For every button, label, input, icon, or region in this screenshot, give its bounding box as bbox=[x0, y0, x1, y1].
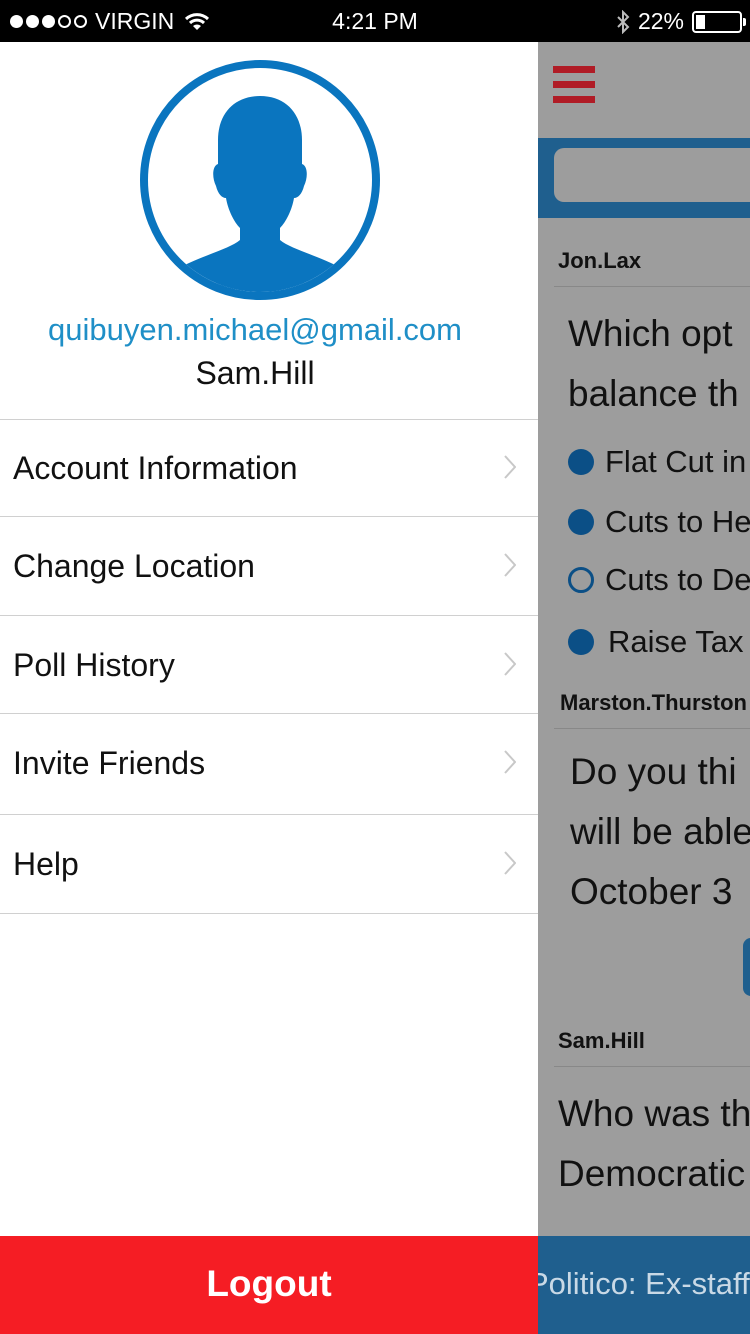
menu-item-poll-history[interactable]: Poll History bbox=[0, 616, 538, 714]
radio-filled-icon bbox=[568, 629, 594, 655]
drawer-menu: Account Information Change Location Poll… bbox=[0, 419, 538, 914]
logout-button[interactable]: Logout bbox=[0, 1236, 538, 1334]
bluetooth-icon bbox=[617, 9, 630, 34]
profile-header: quibuyen.michael@gmail.com Sam.Hill bbox=[0, 42, 538, 420]
poll-option[interactable]: Raise Tax bbox=[568, 624, 744, 660]
status-right: 22% bbox=[616, 8, 746, 35]
poll-option[interactable]: Flat Cut in bbox=[568, 444, 746, 480]
poll-question-line: balance th bbox=[568, 373, 739, 414]
radio-filled-icon bbox=[568, 449, 594, 475]
ticker-text: Politico: Ex-staff bbox=[538, 1266, 750, 1301]
avatar-silhouette bbox=[168, 96, 352, 292]
poll-option-label: Raise Tax bbox=[608, 624, 744, 659]
chevron-right-icon bbox=[504, 455, 516, 479]
vote-button[interactable] bbox=[743, 938, 750, 996]
poll-option-label: Cuts to De bbox=[605, 562, 750, 597]
poll-option[interactable]: Cuts to De bbox=[568, 562, 750, 598]
menu-item-account-information[interactable]: Account Information bbox=[0, 419, 538, 517]
signal-dots-icon bbox=[10, 15, 87, 28]
poll-author: Jon.Lax bbox=[558, 248, 642, 273]
battery-icon bbox=[692, 10, 746, 33]
status-left: VIRGIN bbox=[10, 8, 210, 35]
menu-item-invite-friends[interactable]: Invite Friends bbox=[0, 714, 538, 815]
poll-question-line: Which opt bbox=[568, 313, 733, 354]
menu-item-change-location[interactable]: Change Location bbox=[0, 517, 538, 616]
chevron-right-icon bbox=[504, 652, 516, 676]
user-name: Sam.Hill bbox=[195, 355, 315, 391]
hamburger-menu-icon[interactable] bbox=[553, 66, 595, 111]
poll-question-line: Who was th bbox=[558, 1093, 750, 1134]
menu-item-label: Poll History bbox=[13, 647, 175, 683]
chevron-right-icon bbox=[504, 750, 516, 774]
user-silhouette-icon[interactable] bbox=[140, 60, 380, 300]
side-drawer: quibuyen.michael@gmail.com Sam.Hill Acco… bbox=[0, 42, 538, 1334]
poll-option-label: Cuts to He bbox=[605, 504, 750, 539]
carrier-label: VIRGIN bbox=[95, 8, 175, 34]
poll-author: Marston.Thurston bbox=[560, 690, 747, 715]
menu-item-label: Invite Friends bbox=[13, 745, 206, 781]
poll-question-line: Do you thi bbox=[570, 751, 737, 792]
main-feed-overlay[interactable]: Jon.Lax Which opt balance th Flat Cut in… bbox=[538, 42, 750, 1334]
wifi-icon bbox=[185, 12, 210, 30]
poll-question-line: Democratic bbox=[558, 1153, 746, 1194]
divider bbox=[554, 1066, 750, 1067]
menu-item-label: Change Location bbox=[13, 548, 255, 584]
poll-option[interactable]: Cuts to He bbox=[568, 504, 750, 540]
radio-filled-icon bbox=[568, 509, 594, 535]
battery-percent: 22% bbox=[637, 8, 684, 34]
divider bbox=[554, 728, 750, 729]
user-email: quibuyen.michael@gmail.com bbox=[48, 312, 462, 347]
search-input[interactable] bbox=[554, 148, 750, 202]
radio-empty-icon bbox=[568, 567, 594, 593]
status-bar: VIRGIN 4:21 PM 22% bbox=[0, 0, 750, 42]
poll-question-line: will be able bbox=[570, 811, 750, 852]
menu-item-help[interactable]: Help bbox=[0, 815, 538, 914]
news-ticker[interactable]: Politico: Ex-staff bbox=[538, 1236, 750, 1334]
poll-option-label: Flat Cut in bbox=[605, 444, 747, 479]
chevron-right-icon bbox=[504, 851, 516, 875]
search-bar bbox=[538, 138, 750, 218]
menu-item-label: Account Information bbox=[13, 450, 298, 486]
poll-author: Sam.Hill bbox=[558, 1028, 645, 1053]
chevron-right-icon bbox=[504, 553, 516, 577]
poll-question-line: October 3 bbox=[570, 871, 733, 912]
menu-item-label: Help bbox=[13, 846, 79, 882]
divider bbox=[554, 286, 750, 287]
